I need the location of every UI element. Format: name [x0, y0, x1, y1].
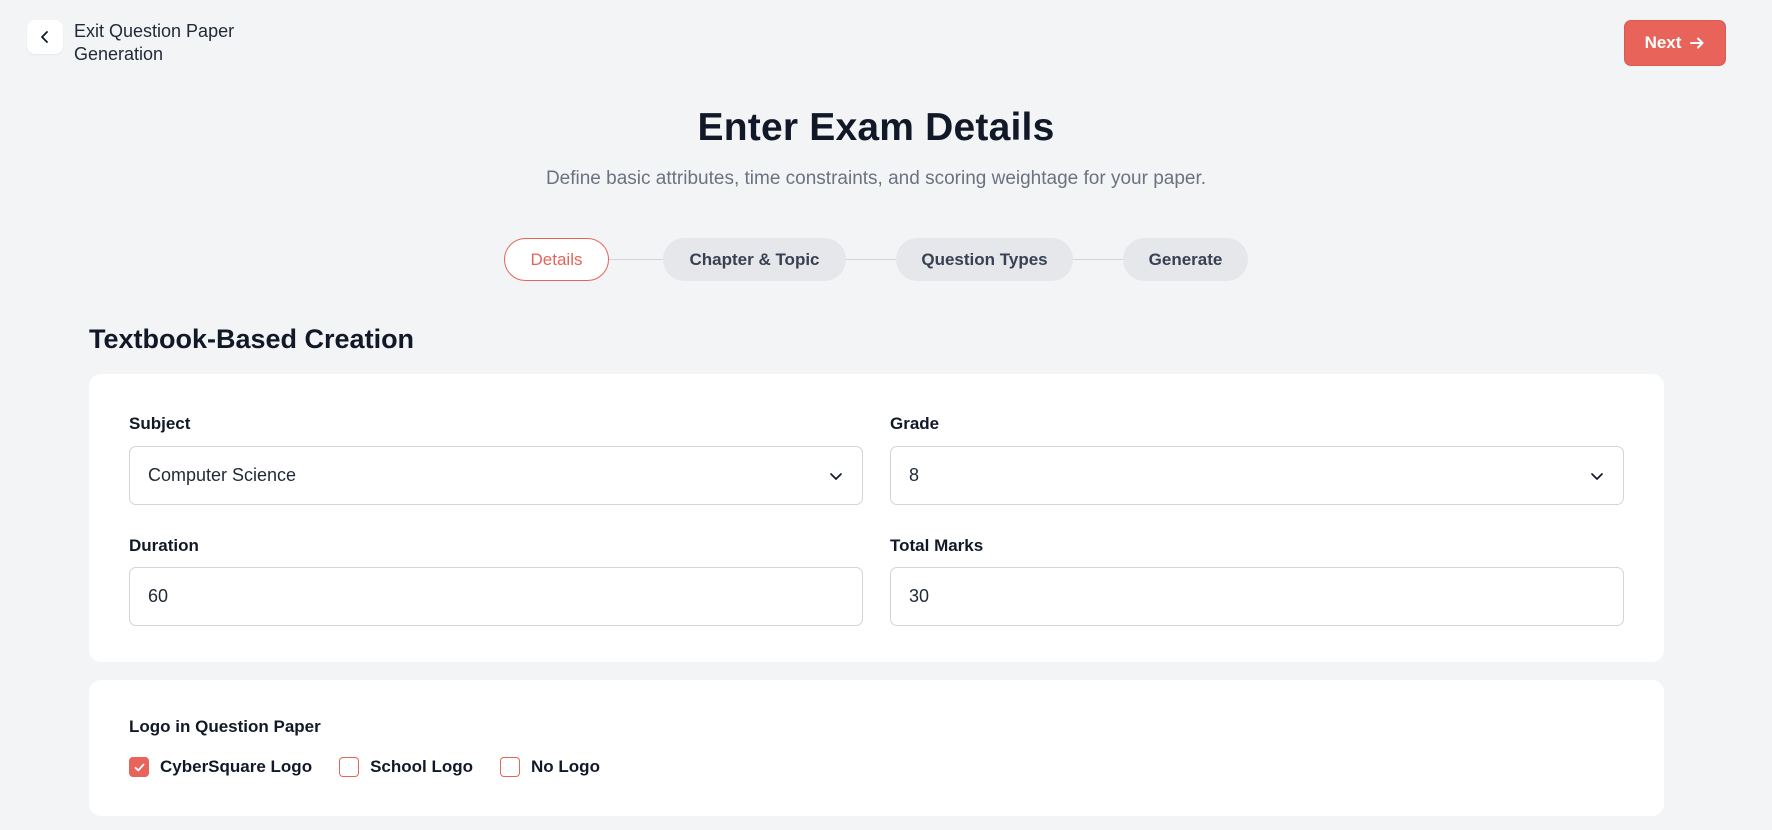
total-marks-input[interactable]: 30: [890, 567, 1624, 626]
option-cybersquare-logo[interactable]: CyberSquare Logo: [129, 757, 312, 777]
checkbox-unchecked[interactable]: [339, 757, 360, 777]
grade-label: Grade: [890, 414, 940, 433]
exit-control[interactable]: Exit Question Paper Generation: [27, 20, 264, 66]
subject-label: Subject: [129, 414, 191, 433]
logo-options: CyberSquare Logo School Logo No Logo: [129, 757, 627, 777]
step-connector: [841, 259, 899, 260]
step-connector: [609, 259, 667, 260]
checkbox-checked[interactable]: [129, 757, 149, 777]
step-chapter-topic[interactable]: Chapter & Topic: [663, 238, 846, 281]
step-label: Generate: [1148, 249, 1223, 269]
step-label: Details: [530, 249, 583, 269]
step-label: Chapter & Topic: [689, 249, 820, 269]
option-label: School Logo: [370, 757, 474, 776]
step-details[interactable]: Details: [504, 238, 609, 281]
chevron-down-icon: [830, 472, 842, 480]
option-label: CyberSquare Logo: [160, 757, 313, 776]
page-subtitle: Define basic attributes, time constraint…: [545, 168, 1207, 189]
option-no-logo[interactable]: No Logo: [500, 757, 600, 777]
duration-value: 60: [148, 586, 169, 606]
next-label: Next: [1644, 33, 1682, 52]
logo-section-label: Logo in Question Paper: [129, 717, 321, 736]
total-marks-label: Total Marks: [890, 536, 984, 555]
exam-details-card: Subject Computer Science Grade 8 Duratio…: [89, 374, 1664, 662]
grade-value: 8: [909, 465, 920, 485]
next-button[interactable]: Next: [1624, 20, 1726, 66]
option-school-logo[interactable]: School Logo: [339, 757, 473, 777]
subject-select[interactable]: Computer Science: [129, 446, 863, 505]
chevron-left-icon: [41, 31, 48, 43]
subject-value: Computer Science: [148, 465, 297, 485]
total-marks-value: 30: [909, 586, 930, 606]
duration-label: Duration: [129, 536, 199, 555]
option-label: No Logo: [531, 757, 600, 776]
logo-card: Logo in Question Paper CyberSquare Logo …: [89, 680, 1664, 816]
back-button[interactable]: [27, 20, 63, 54]
step-generate[interactable]: Generate: [1123, 238, 1248, 281]
page-title: Enter Exam Details: [697, 106, 1055, 149]
section-title: Textbook-Based Creation: [89, 324, 415, 354]
checkbox-unchecked[interactable]: [500, 757, 521, 777]
check-icon: [134, 763, 144, 771]
exit-label[interactable]: Exit Question Paper Generation: [74, 20, 264, 66]
step-connector: [1069, 259, 1127, 260]
step-question-types[interactable]: Question Types: [896, 238, 1073, 281]
chevron-down-icon: [1591, 472, 1603, 480]
duration-input[interactable]: 60: [129, 567, 863, 626]
page: Exit Question Paper Generation Next Ente…: [0, 0, 1772, 830]
grade-select[interactable]: 8: [890, 446, 1624, 505]
step-label: Question Types: [921, 249, 1048, 269]
arrow-right-icon: [1690, 37, 1704, 49]
